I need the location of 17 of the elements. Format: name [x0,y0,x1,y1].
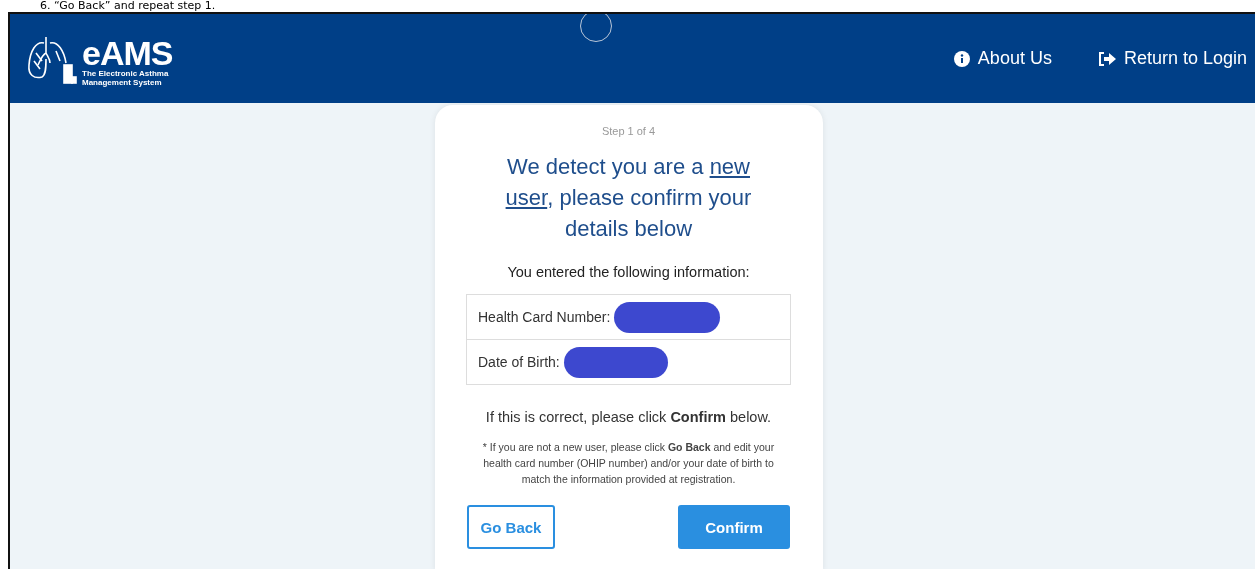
info-icon [953,50,970,67]
logo-subtitle: The Electronic Asthma [82,68,170,78]
note-text: * If you are not a new user, please click Go Back and edit your health card number (OHIP number) and/or your date of birth to match the information provided at registration. [481,440,776,487]
link-word[interactable]: new [709,154,750,179]
step-indicator: Step 1 of 4 [601,125,656,137]
card-heading: We detect you are a new user, please confirm your details below [504,153,753,243]
link-word[interactable]: user [505,185,548,210]
intro-text: You entered the following information: [507,264,750,280]
document-text: 6. “Go Back” and repeat step 1. [40,0,216,12]
nav-link[interactable]: About Us [953,48,1052,69]
nav-link[interactable]: Return to Login [1097,48,1247,69]
logo-title: eAMS [82,36,173,69]
sign-out-icon [1097,50,1116,67]
field-label: Health Card Number: [478,309,611,325]
logo-subtitle: Management System [82,77,163,87]
confirm-instruction: If this is correct, please click Confirm below. [485,409,772,425]
field-label: Date of Birth: [478,354,560,370]
